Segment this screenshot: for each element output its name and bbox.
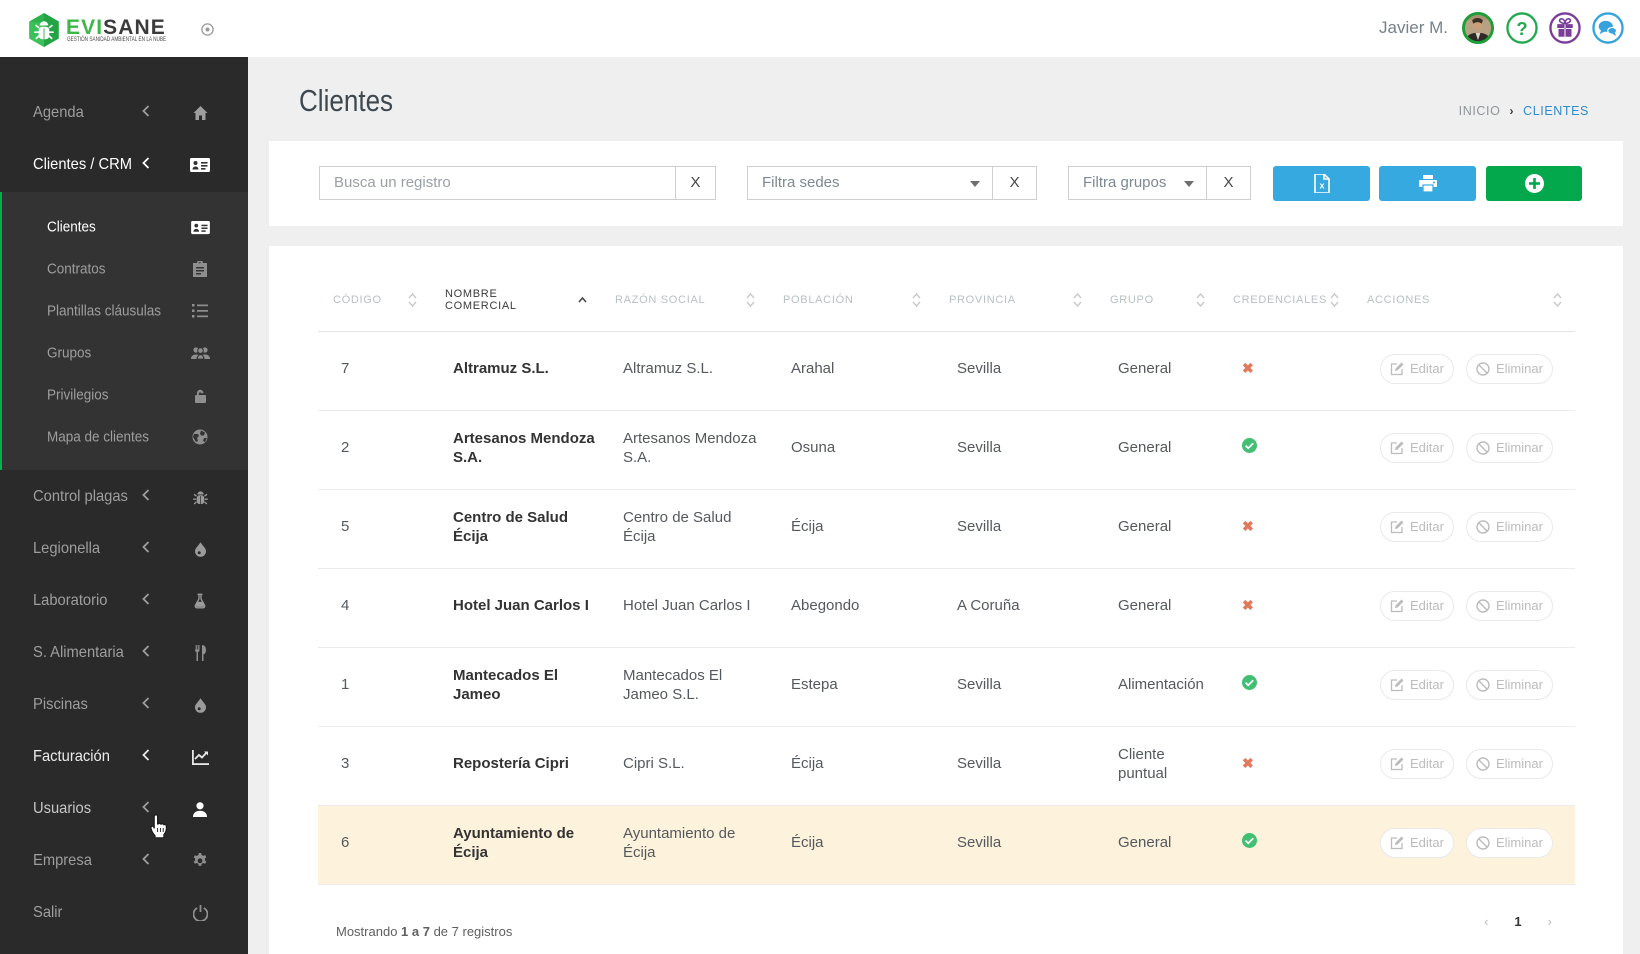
- svg-text:?: ?: [1516, 18, 1527, 39]
- svg-text:x: x: [1319, 181, 1324, 191]
